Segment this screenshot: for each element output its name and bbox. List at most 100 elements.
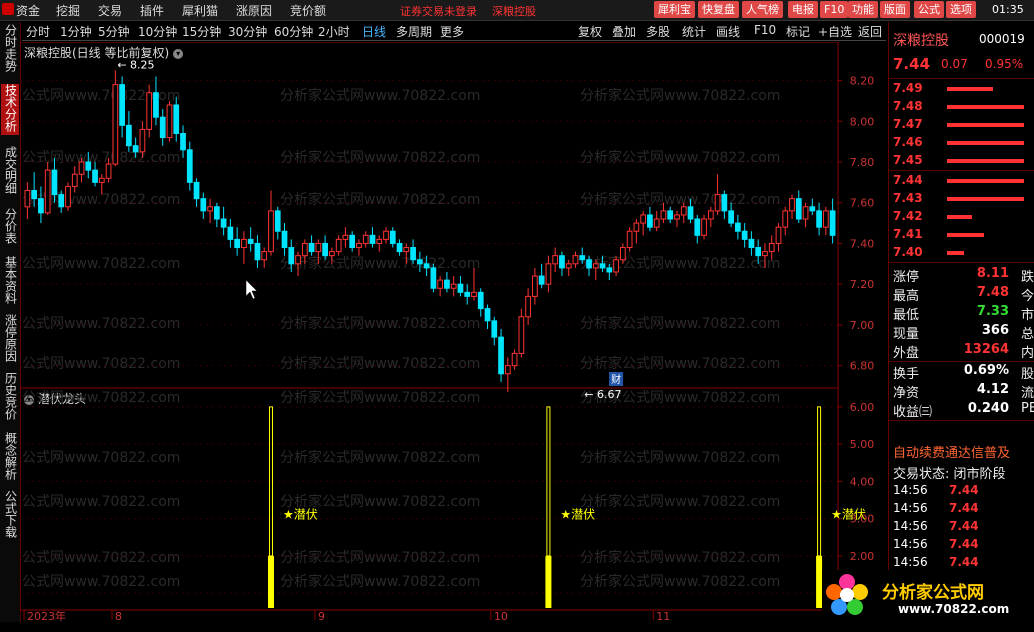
candle-body — [741, 230, 748, 240]
period-tab[interactable]: 5分钟 — [98, 23, 130, 40]
left-tab[interactable]: 分价表 — [1, 208, 19, 247]
candle-body — [126, 124, 132, 147]
candle-body — [146, 92, 153, 130]
toolbar-button[interactable]: 叠加 — [612, 23, 636, 40]
panel-divider — [889, 420, 1034, 421]
candle-body — [511, 352, 518, 367]
period-tab[interactable]: 多周期 — [396, 23, 432, 40]
candle-body — [619, 247, 626, 261]
watermark-text: 分析家公式网www.70822.com — [20, 573, 180, 590]
watermark-text: 分析家公式网www.70822.com — [20, 355, 180, 372]
watermark-text: 分析家公式网www.70822.com — [280, 149, 480, 166]
candle-body — [626, 230, 633, 249]
price-change-pct: 0.95% — [985, 57, 1024, 71]
marquee-text[interactable]: 自动续费通达信普及 — [893, 442, 1034, 461]
candle-body — [572, 255, 579, 265]
left-tab[interactable]: 成交明细 — [1, 146, 19, 197]
bid-volume-bar — [947, 179, 1025, 183]
toolbar-button[interactable]: F10 — [754, 23, 776, 37]
menu-item[interactable]: 插件 — [140, 2, 164, 19]
brand-name: 分析家公式网 — [882, 583, 984, 603]
period-tab[interactable]: 2小时 — [318, 23, 350, 40]
candle-body — [782, 210, 789, 228]
period-tab[interactable]: 30分钟 — [228, 23, 267, 40]
tick-time: 14:56 — [893, 519, 928, 533]
candle-body — [207, 206, 213, 212]
candle-body — [680, 206, 687, 216]
period-tab[interactable]: 10分钟 — [138, 23, 177, 40]
left-tab[interactable]: 涨停原因 — [1, 314, 19, 365]
candle-body — [437, 279, 444, 289]
watermark-text: 分析家公式网www.70822.com — [580, 573, 780, 590]
menu-button[interactable]: 快复盘 — [698, 1, 739, 18]
left-tab[interactable]: 基本资料 — [1, 256, 19, 307]
quote-panel: 深粮控股 000019 7.44 0.07 0.95% 自动续费通达信普及 交易… — [888, 22, 1034, 622]
panel-divider — [889, 170, 1034, 171]
candle-body — [369, 234, 376, 244]
left-tab[interactable]: 历史竞价 — [1, 372, 19, 423]
toolbar-button[interactable]: 返回 — [858, 23, 882, 40]
candle-body — [735, 222, 741, 232]
signal-label: ★潜伏 — [831, 508, 866, 522]
candle-body — [701, 218, 707, 236]
menu-item[interactable]: 挖掘 — [56, 2, 80, 19]
candle-body — [484, 308, 491, 322]
candle-body — [504, 365, 511, 375]
menu-button[interactable]: 犀利宝 — [654, 1, 695, 18]
left-tab[interactable]: 概念解析 — [1, 432, 19, 483]
panel-divider — [889, 361, 1034, 362]
period-tab[interactable]: 60分钟 — [274, 23, 313, 40]
menu-button[interactable]: 选项 — [946, 1, 976, 18]
toolbar-button[interactable]: 复权 — [578, 23, 602, 40]
menu-button[interactable]: 电报 — [788, 1, 818, 18]
menu-button[interactable]: 功能 — [848, 1, 878, 18]
candle-body — [362, 234, 369, 244]
period-tab[interactable]: 1分钟 — [60, 23, 92, 40]
period-tab[interactable]: 分时 — [26, 23, 50, 40]
toolbar-button[interactable]: 统计 — [682, 23, 706, 40]
toolbar-button[interactable]: +自选 — [818, 23, 852, 40]
bid-row: 7.43 — [893, 190, 1033, 208]
menu-item[interactable]: 交易 — [98, 2, 122, 19]
login-notice[interactable]: 证券交易未登录 — [400, 3, 477, 19]
candle-body — [295, 255, 301, 265]
menu-button[interactable]: 人气榜 — [742, 1, 783, 18]
candle-body — [789, 198, 795, 212]
candle-body — [802, 206, 809, 220]
left-tab[interactable]: 分时走势 — [1, 24, 19, 75]
toolbar-button[interactable]: 多股 — [646, 23, 670, 40]
watermark-text: 分析家公式网www.70822.com — [580, 149, 780, 166]
panel-divider — [889, 78, 1034, 79]
menu-button[interactable]: F10 — [820, 1, 849, 18]
candle-body — [822, 210, 829, 228]
period-tab[interactable]: 更多 — [440, 23, 464, 40]
kline-chart[interactable]: 分析家公式网www.70822.com 分析家公式网www.70822.com 分析… — [20, 42, 888, 622]
watermark-text: 分析家公式网www.70822.com — [20, 255, 180, 272]
menu-item[interactable]: 资金 — [16, 2, 40, 19]
toolbar-button[interactable]: 画线 — [716, 23, 740, 40]
toolbar-button[interactable]: 标记 — [786, 23, 810, 40]
left-tab[interactable]: 技术分析 — [1, 84, 19, 135]
candle-body — [640, 214, 647, 224]
candle-body — [200, 198, 207, 212]
menu-item[interactable]: 竞价额 — [290, 2, 326, 19]
stat-label-right: 流 — [1021, 386, 1034, 401]
ask-price: 7.48 — [893, 99, 923, 113]
menu-item[interactable]: 犀利猫 — [182, 2, 218, 19]
stock-link[interactable]: 深粮控股 — [492, 3, 536, 19]
menu-button[interactable]: 公式 — [914, 1, 944, 18]
left-tab-label: 涨停原因 — [3, 314, 18, 362]
menu-item[interactable]: 涨原因 — [236, 2, 272, 19]
menu-button[interactable]: 版面 — [880, 1, 910, 18]
ask-row: 7.48 — [893, 98, 1033, 116]
candle-body — [647, 214, 653, 228]
stat-value: 13264 — [963, 342, 1009, 357]
period-tab[interactable]: 日线 — [362, 23, 386, 40]
stat-label: 现量 — [893, 327, 920, 342]
left-tab[interactable]: 公式下载 — [1, 490, 19, 541]
period-tab[interactable]: 15分钟 — [182, 23, 221, 40]
candle-body — [31, 190, 38, 200]
bid-price: 7.44 — [893, 173, 923, 187]
bid-volume-bar — [947, 215, 973, 219]
candle-body — [24, 190, 31, 208]
